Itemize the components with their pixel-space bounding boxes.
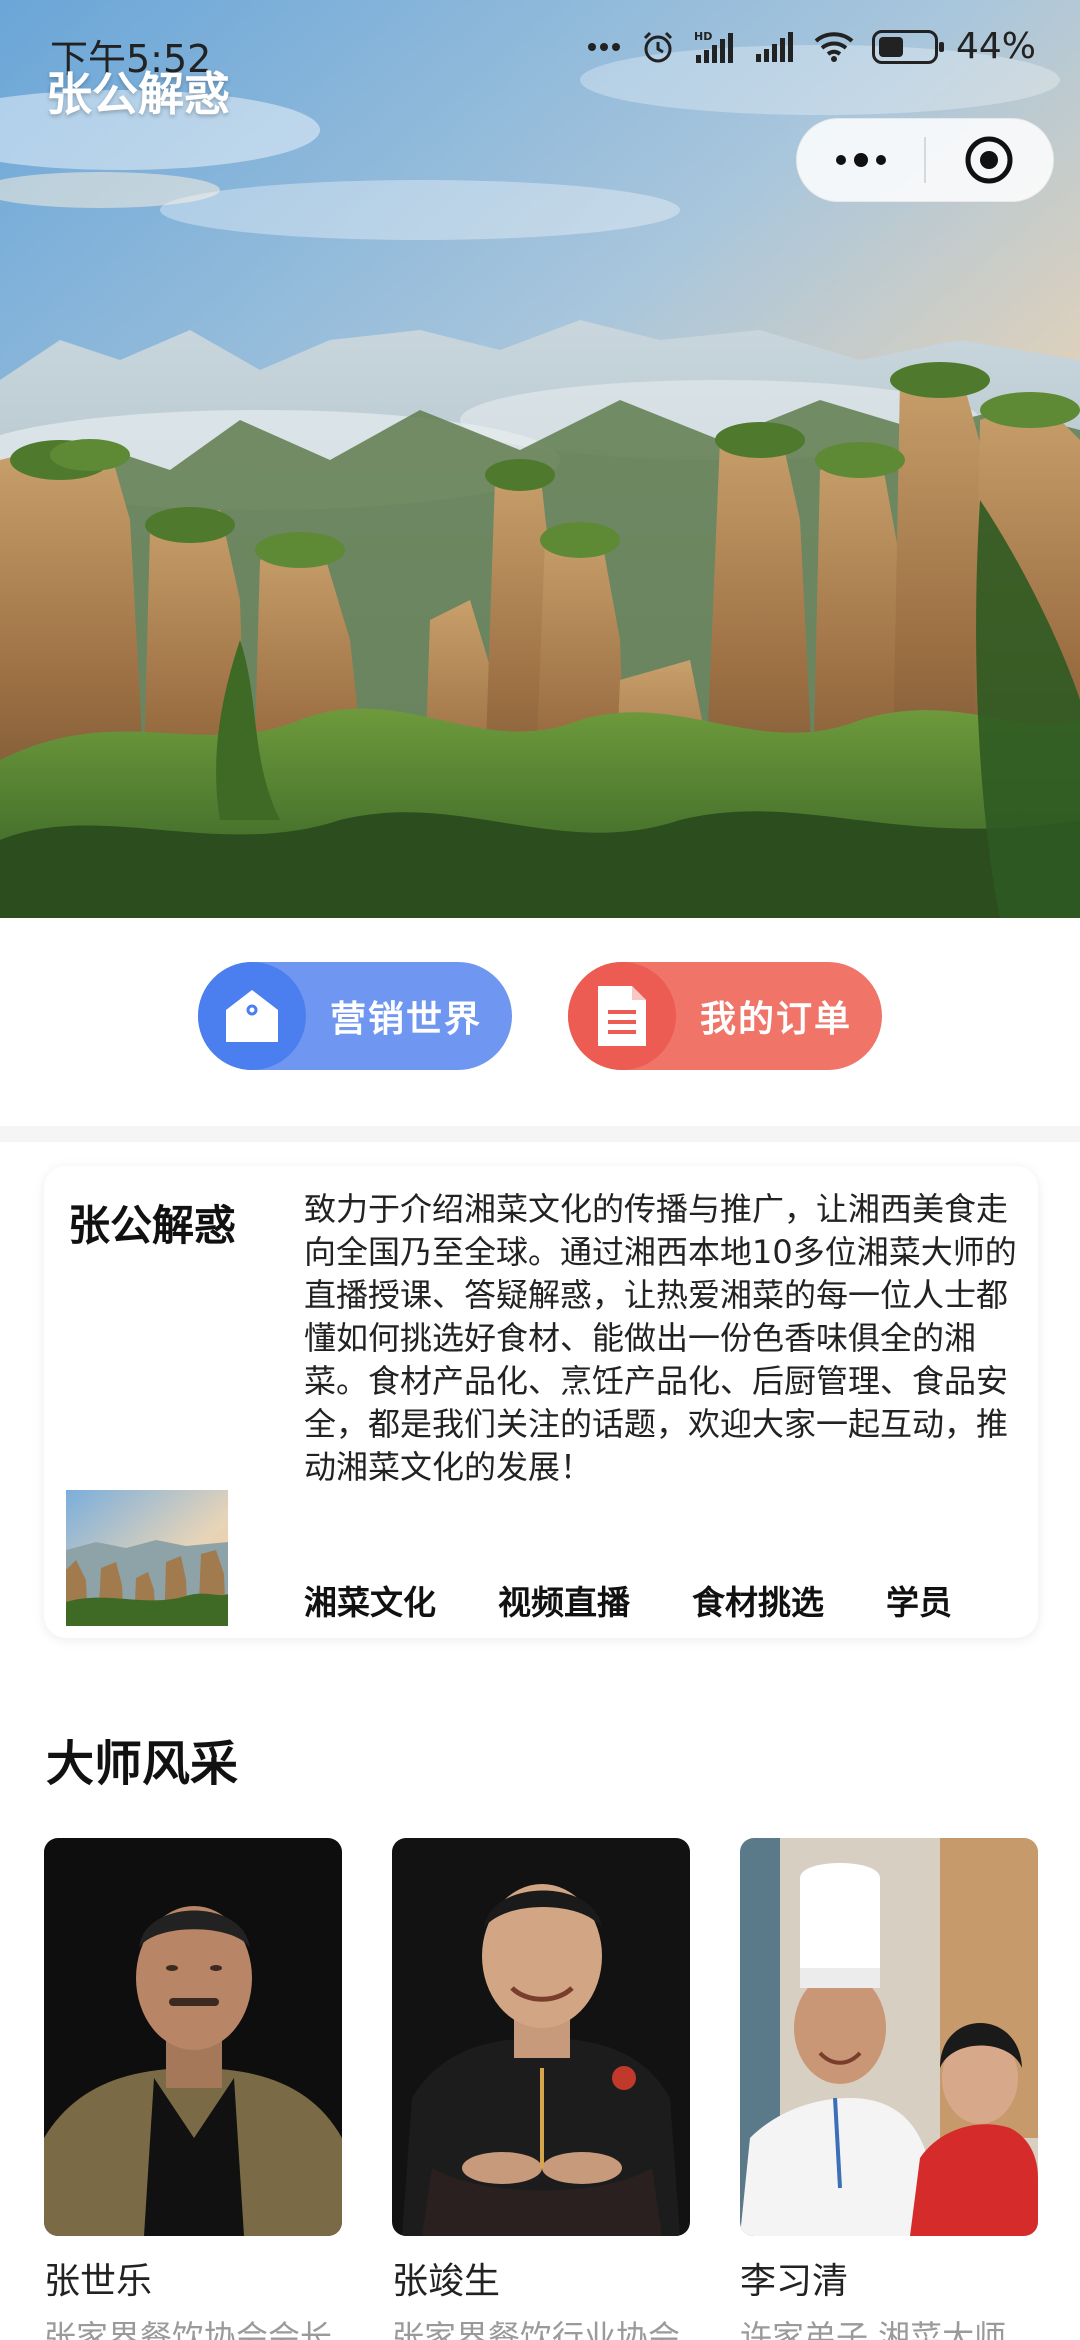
tag-icon: [226, 990, 278, 1042]
marketing-world-button[interactable]: 营销世界: [198, 962, 512, 1070]
section-separator: [0, 1126, 1080, 1142]
more-dots-icon: [586, 41, 622, 53]
master-photo: [44, 1838, 342, 2236]
master-card[interactable]: 张竣生 张家界餐饮行业协会: [392, 1838, 690, 2340]
quick-actions: 营销世界 我的订单: [0, 918, 1080, 1126]
masters-section-title: 大师风采: [46, 1736, 239, 1792]
battery-percent: 44%: [955, 26, 1036, 67]
master-card[interactable]: 张世乐 张家界餐饮协会会长: [44, 1838, 342, 2340]
tag-ingredient-selection[interactable]: 食材挑选: [692, 1576, 824, 1624]
master-card[interactable]: 李习清 许家弟子 湘菜大师: [740, 1838, 1038, 2340]
master-name: 李习清: [740, 2261, 849, 2302]
svg-text:HD: HD: [694, 30, 712, 43]
master-name: 张竣生: [392, 2261, 501, 2302]
tag-students[interactable]: 学员: [886, 1576, 952, 1624]
mini-program-capsule: [796, 118, 1054, 202]
master-photo: [740, 1838, 1038, 2236]
document-icon: [598, 986, 646, 1046]
intro-description: 致力于介绍湘菜文化的传播与推广，让湘西美食走向全国乃至全球。通过湘西本地10多位…: [304, 1190, 1017, 1486]
my-orders-button[interactable]: 我的订单: [568, 962, 882, 1070]
my-orders-label: 我的订单: [700, 999, 853, 1040]
alarm-icon: [640, 29, 676, 65]
hd-signal-icon: HD: [694, 29, 736, 65]
close-mini-program-button[interactable]: [926, 118, 1053, 202]
app-title: 张公解惑: [46, 67, 230, 121]
icon-circle: [568, 962, 676, 1070]
intro-card[interactable]: 张公解惑 致力于介绍湘菜文化的传播与推广，让湘西美食走向全国乃至全球。通过湘西本…: [44, 1166, 1038, 1638]
master-description: 张家界餐饮协会会长: [44, 2318, 333, 2340]
tag-live-video[interactable]: 视频直播: [498, 1576, 630, 1624]
marketing-world-label: 营销世界: [330, 999, 483, 1040]
master-photo: [392, 1838, 690, 2236]
status-icons: HD 44%: [586, 26, 1036, 67]
intro-thumbnail: [66, 1490, 228, 1626]
close-target-icon: [965, 136, 1013, 184]
intro-tags: 湘菜文化 视频直播 食材挑选 学员: [304, 1576, 1044, 1624]
hero-banner: 下午5:52 HD 44% 张公解惑: [0, 0, 1080, 918]
masters-list: 张世乐 张家界餐饮协会会长 张竣生 张家界餐饮行业协会 李习清 许家弟子 湘菜大…: [44, 1838, 1080, 2340]
more-options-button[interactable]: [797, 118, 924, 202]
wifi-icon: [814, 31, 854, 63]
master-name: 张世乐: [44, 2261, 153, 2302]
master-description: 许家弟子 湘菜大师: [740, 2318, 1007, 2340]
master-description: 张家界餐饮行业协会: [392, 2318, 681, 2340]
mini-program-home: 下午5:52 HD 44% 张公解惑 营销世界 我的订单 张公解惑 致力于介绍湘…: [0, 0, 1080, 2340]
battery-icon: [871, 29, 944, 64]
icon-circle: [198, 962, 306, 1070]
cellular-signal-icon: [754, 30, 796, 64]
intro-title: 张公解惑: [68, 1201, 237, 1250]
tag-hunan-culture[interactable]: 湘菜文化: [304, 1576, 436, 1624]
more-icon: [835, 153, 886, 167]
